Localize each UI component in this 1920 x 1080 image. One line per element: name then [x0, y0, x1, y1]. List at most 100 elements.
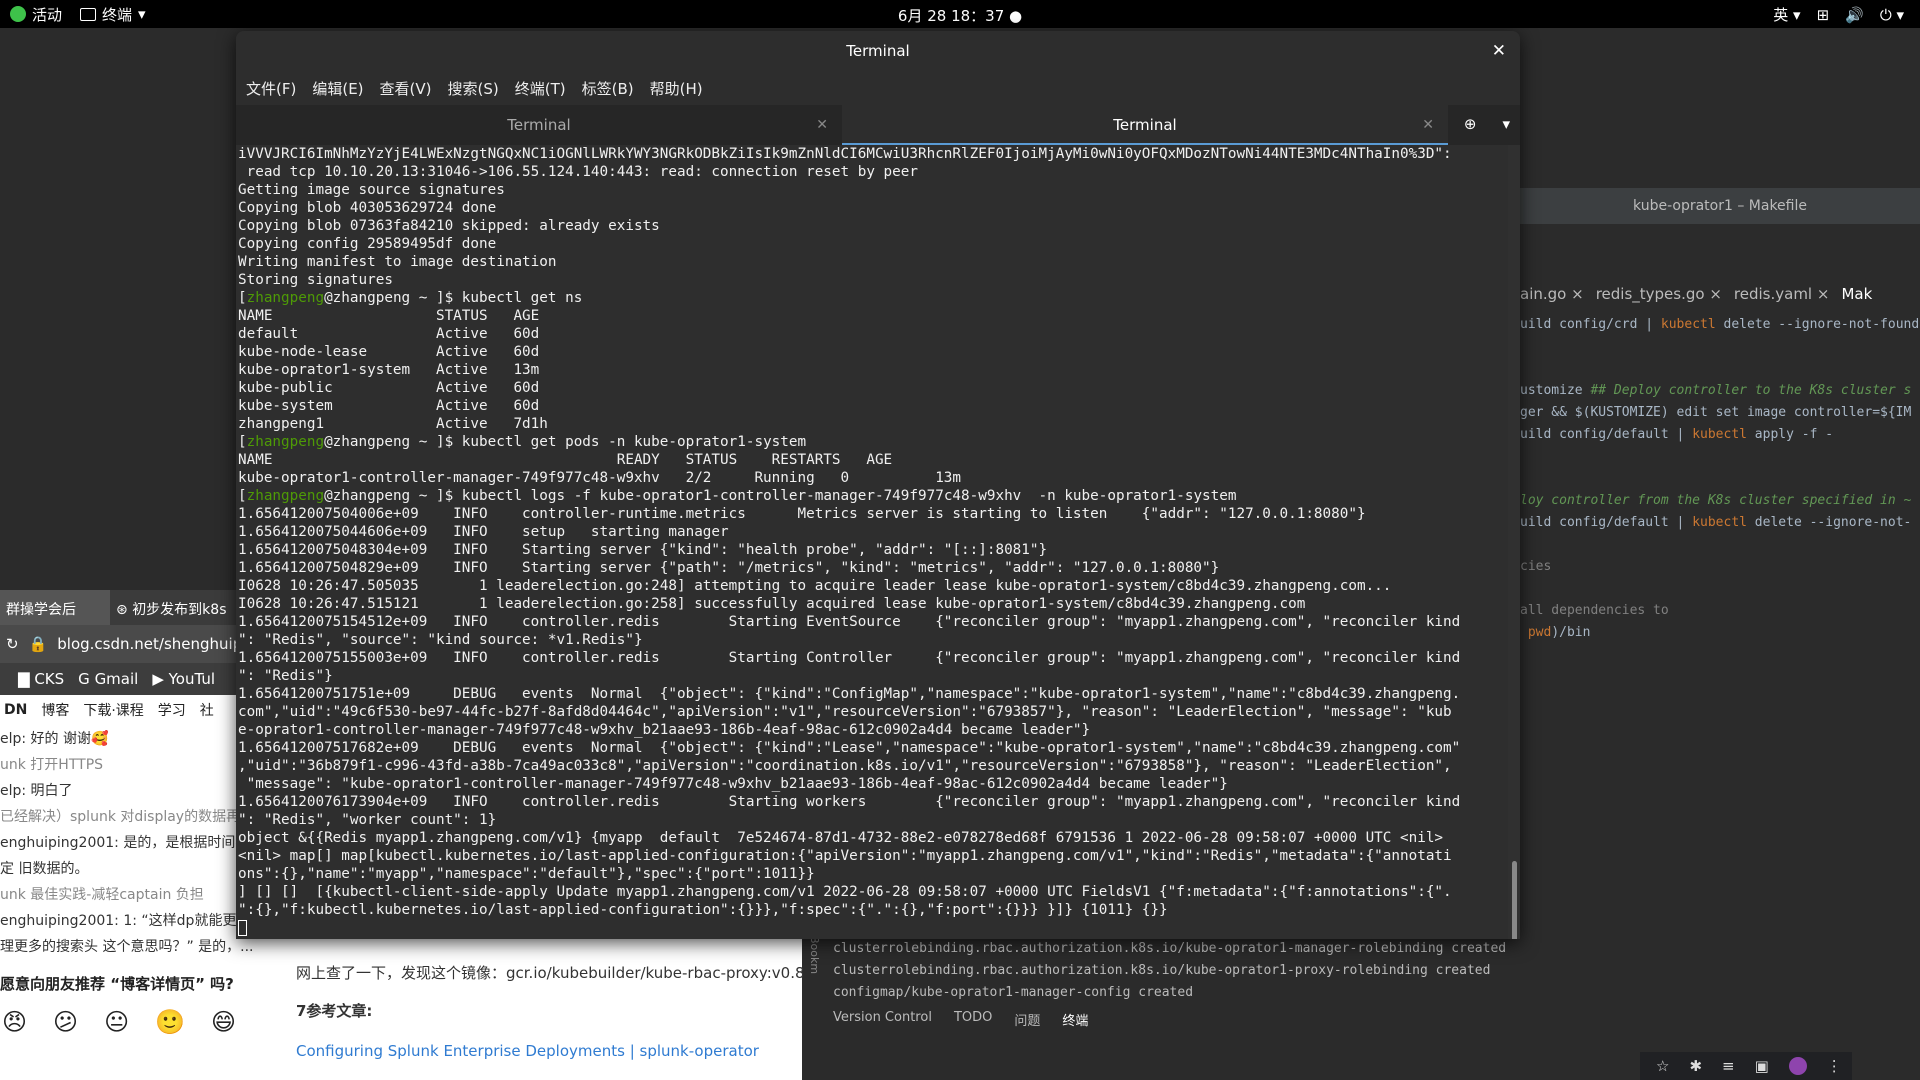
code-text: all dependencies to	[1520, 603, 1669, 618]
comment-item[interactable]: unk 打开HTTPS	[0, 751, 272, 777]
input-method-indicator[interactable]: 英 ▾	[1773, 4, 1800, 25]
code-line: ustomize ## Deploy controller to the K8s…	[1520, 380, 1919, 402]
text-cursor	[238, 920, 247, 936]
code-text: apply -f -	[1746, 427, 1834, 442]
comment-item[interactable]: 定 旧数据的。	[0, 855, 272, 881]
power-icon[interactable]: ⏻ ▾	[1880, 6, 1904, 24]
network-icon[interactable]: ⊞	[1817, 6, 1830, 24]
nav-blog[interactable]: 博客	[41, 700, 69, 720]
article-heading: 7参考文章:	[296, 1002, 373, 1020]
terminal-line: 1.656412007504006e+09 INFO controller-ru…	[238, 506, 1366, 522]
bookmarks-side-tab[interactable]: Bookm	[808, 936, 821, 974]
sidebar-icon[interactable]: ▣	[1755, 1057, 1769, 1075]
volume-icon[interactable]: 🔊	[1845, 6, 1864, 24]
terminal-line: kube-oprator1-system Active 13m	[238, 362, 540, 378]
comment-item[interactable]: unk 最佳实践-减轻captain 负担	[0, 881, 272, 907]
menu-tabs[interactable]: 标签(B)	[582, 78, 634, 99]
reading-list-icon[interactable]: ≡	[1722, 1057, 1735, 1075]
menu-search[interactable]: 搜索(S)	[448, 78, 499, 99]
terminal-line: ons":{},"name":"myapp","namespace":"defa…	[238, 866, 815, 882]
browser-tab[interactable]: 群操学会后	[0, 590, 110, 625]
app-menu-button[interactable]: 终端 ▾	[80, 4, 146, 25]
code-text: )/bin	[1551, 625, 1591, 640]
version-control-tab[interactable]: Version Control	[833, 1010, 932, 1029]
terminal-line: object &{{Redis myapp1.zhangpeng.com/v1}…	[238, 830, 1444, 846]
extension-icon[interactable]: ✱	[1689, 1057, 1702, 1075]
menu-file[interactable]: 文件(F)	[246, 78, 296, 99]
terminal-window: Terminal ✕ 文件(F) 编辑(E) 查看(V) 搜索(S) 终端(T)…	[236, 31, 1520, 939]
reload-icon[interactable]: ↻	[6, 635, 19, 653]
menu-terminal[interactable]: 终端(T)	[515, 78, 566, 99]
code-keyword: kubectl	[1692, 427, 1747, 442]
rating-smile[interactable]: 🙂	[155, 1008, 185, 1036]
clock[interactable]: 6月 28 18：37 ●	[898, 5, 1022, 26]
prompt-host: @zhangpeng	[324, 290, 411, 306]
code-line: cies	[1520, 556, 1919, 578]
terminal-line: 1.6564120075154512e+09 INFO controller.r…	[238, 614, 1461, 630]
close-tab-icon[interactable]: ✕	[1422, 105, 1434, 145]
terminal-tab[interactable]: 终端	[1062, 1010, 1088, 1029]
star-icon[interactable]: ☆	[1656, 1057, 1669, 1075]
problems-tab[interactable]: 问题	[1014, 1010, 1040, 1029]
browser-extension-bar: ☆ ✱ ≡ ▣ ⋮	[1640, 1052, 1852, 1080]
profile-icon[interactable]	[1788, 1057, 1807, 1075]
menu-view[interactable]: 查看(V)	[380, 78, 432, 99]
todo-tab[interactable]: TODO	[954, 1010, 992, 1029]
app-menu-label: 终端	[102, 5, 133, 24]
nav-learn[interactable]: 学习	[158, 700, 186, 720]
terminal-tab-2[interactable]: Terminal ✕	[842, 105, 1448, 145]
terminal-line: ] [] [] [{kubectl-client-side-apply Upda…	[238, 884, 1452, 900]
terminal-scrollbar[interactable]	[1512, 861, 1517, 939]
terminal-line: 1.6564120076173904e+09 INFO controller.r…	[238, 794, 1461, 810]
nav-community[interactable]: 社	[200, 700, 214, 720]
menu-edit[interactable]: 编辑(E)	[312, 78, 363, 99]
terminal-output[interactable]: iVVVJRCI6ImNhMzYzYjE4LWExNzgtNGQxNC1iOGN…	[236, 145, 1508, 939]
site-logo: DN	[4, 702, 28, 718]
more-icon[interactable]: ⋮	[1827, 1057, 1842, 1075]
comment-item[interactable]: 已经解决）splunk 对display的数据再...	[0, 803, 272, 829]
new-tab-icon[interactable]: ⊕	[1464, 115, 1477, 133]
menu-help[interactable]: 帮助(H)	[650, 78, 703, 99]
ide-tab-active[interactable]: Mak	[1841, 285, 1872, 309]
comment-item[interactable]: enghuiping2001: 1: “这样dp就能更好的	[0, 907, 272, 933]
comment-item[interactable]: enghuiping2001: 是的，是根据时间戳,	[0, 829, 272, 855]
bookmark-youtube[interactable]: ▶ YouTul	[152, 670, 215, 688]
ide-tab[interactable]: redis_types.go ×	[1596, 285, 1722, 309]
article-text: 网上查了一下，发现这个镜像：gcr.io/kubebuilder/kube-rb…	[296, 964, 805, 982]
ide-tool-window-bar: Version Control TODO 问题 终端	[833, 1010, 1088, 1029]
bookmark-gmail[interactable]: G Gmail	[78, 670, 138, 688]
terminal-line: Getting image source signatures	[238, 182, 505, 198]
comment-item[interactable]: elp: 好的 谢谢🥰	[0, 725, 272, 751]
bookmark-cks[interactable]: ▇ CKS	[18, 670, 64, 688]
rating-angry[interactable]: 😠	[2, 1008, 27, 1036]
browser-tab[interactable]: ⊛ 初步发布到k8s	[110, 590, 233, 625]
address-bar[interactable]: ↻ 🔒 blog.csdn.net/shenghuipi	[0, 625, 272, 663]
comment-item[interactable]: elp: 明白了	[0, 777, 272, 803]
terminal-titlebar[interactable]: Terminal ✕	[236, 31, 1520, 71]
rating-confused[interactable]: 😕	[53, 1008, 78, 1036]
browser-tab-strip: 群操学会后 ⊛ 初步发布到k8s	[0, 590, 272, 625]
activities-button[interactable]: 活动	[10, 4, 62, 25]
code-text: cies	[1520, 559, 1552, 574]
rating-emojis: 😠 😕 😐 🙂 😄	[0, 1008, 272, 1036]
close-window-button[interactable]: ✕	[1492, 31, 1506, 71]
ide-title: kube-oprator1 – Makefile	[1520, 188, 1920, 224]
command-text: ]$ kubectl get ns	[427, 290, 583, 306]
lock-icon: 🔒	[28, 635, 48, 653]
reference-link[interactable]: Configuring Splunk Enterprise Deployment…	[296, 1042, 759, 1060]
terminal-line: "message": "kube-oprator1-controller-man…	[238, 776, 1228, 792]
ide-tab[interactable]: redis.yaml ×	[1734, 285, 1830, 309]
terminal-tab-1[interactable]: Terminal ✕	[236, 105, 842, 145]
terminal-line: ": "Redis"}	[238, 668, 333, 684]
rating-neutral[interactable]: 😐	[104, 1008, 129, 1036]
rating-happy[interactable]: 😄	[211, 1008, 236, 1036]
tab-menu-chevron-icon[interactable]: ▾	[1502, 115, 1510, 133]
ide-tab[interactable]: ain.go ×	[1520, 285, 1584, 309]
close-tab-icon[interactable]: ✕	[816, 105, 828, 145]
nav-download[interactable]: 下载·课程	[83, 700, 143, 720]
comment-item[interactable]: 理更多的搜索头 这个意思吗？” 是的，...	[0, 933, 272, 959]
code-editor[interactable]: uild config/crd | kubectl delete --ignor…	[1520, 314, 1919, 644]
